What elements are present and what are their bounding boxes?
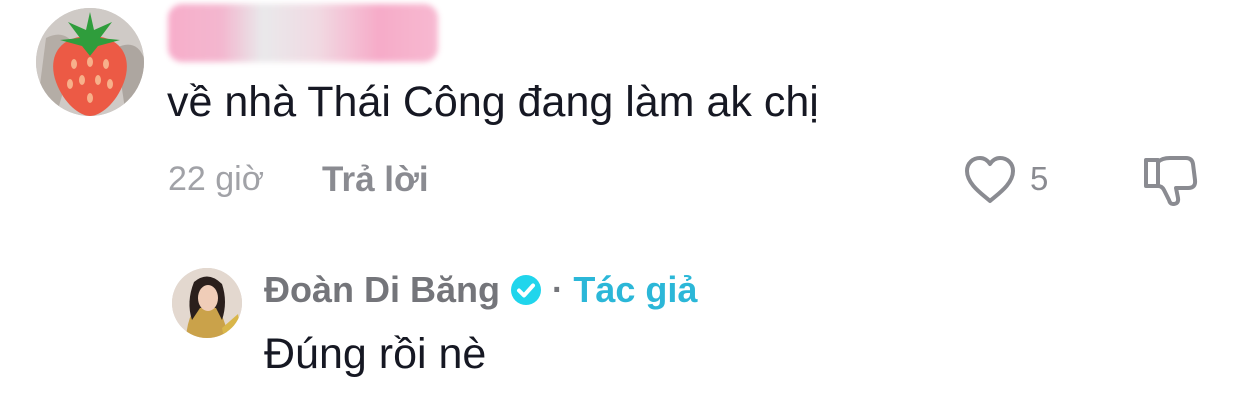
reply-button[interactable]: Trả lời xyxy=(322,160,429,200)
profile-photo xyxy=(172,268,242,338)
like-button[interactable] xyxy=(962,154,1018,206)
author-row: Đoàn Di Băng · Tác giả xyxy=(264,265,697,315)
heart-outline-icon xyxy=(965,156,1015,203)
author-avatar[interactable] xyxy=(172,268,242,338)
username-blurred[interactable] xyxy=(168,4,438,62)
avatar[interactable] xyxy=(36,8,144,116)
verified-badge-icon xyxy=(511,275,542,305)
comment-timestamp: 22 giờ xyxy=(168,160,265,198)
author-name[interactable]: Đoàn Di Băng xyxy=(264,269,500,311)
separator-dot: · xyxy=(552,270,564,309)
redacted-username xyxy=(168,4,438,62)
strawberry-avatar-icon xyxy=(36,8,144,116)
author-tag: Tác giả xyxy=(573,269,698,310)
reply-text: Đúng rồi nè xyxy=(264,330,487,378)
comment-text: về nhà Thái Công đang làm ak chị xyxy=(167,78,819,126)
dislike-button[interactable] xyxy=(1140,152,1198,208)
thumbs-down-icon xyxy=(1144,156,1198,206)
like-count: 5 xyxy=(1030,160,1049,197)
